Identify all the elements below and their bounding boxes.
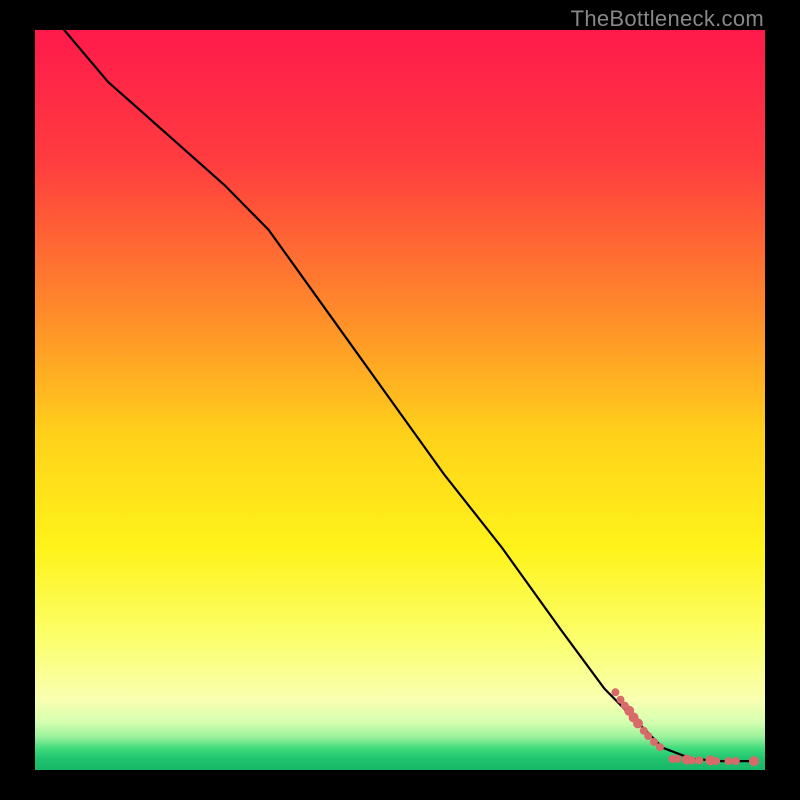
chart-overlay bbox=[35, 30, 765, 770]
data-point bbox=[673, 755, 681, 763]
data-point bbox=[749, 756, 759, 766]
chart-stage: TheBottleneck.com bbox=[0, 0, 800, 800]
data-point bbox=[688, 756, 696, 764]
data-point bbox=[732, 757, 740, 765]
watermark-text: TheBottleneck.com bbox=[571, 6, 764, 32]
data-point bbox=[695, 756, 703, 764]
data-point bbox=[633, 718, 643, 728]
data-point bbox=[725, 757, 733, 765]
data-point bbox=[611, 688, 619, 696]
bottleneck-curve bbox=[64, 30, 758, 761]
plot-area bbox=[35, 30, 765, 770]
data-point bbox=[712, 757, 720, 765]
data-point bbox=[656, 743, 664, 751]
data-point bbox=[644, 732, 652, 740]
data-points-group bbox=[611, 688, 759, 766]
